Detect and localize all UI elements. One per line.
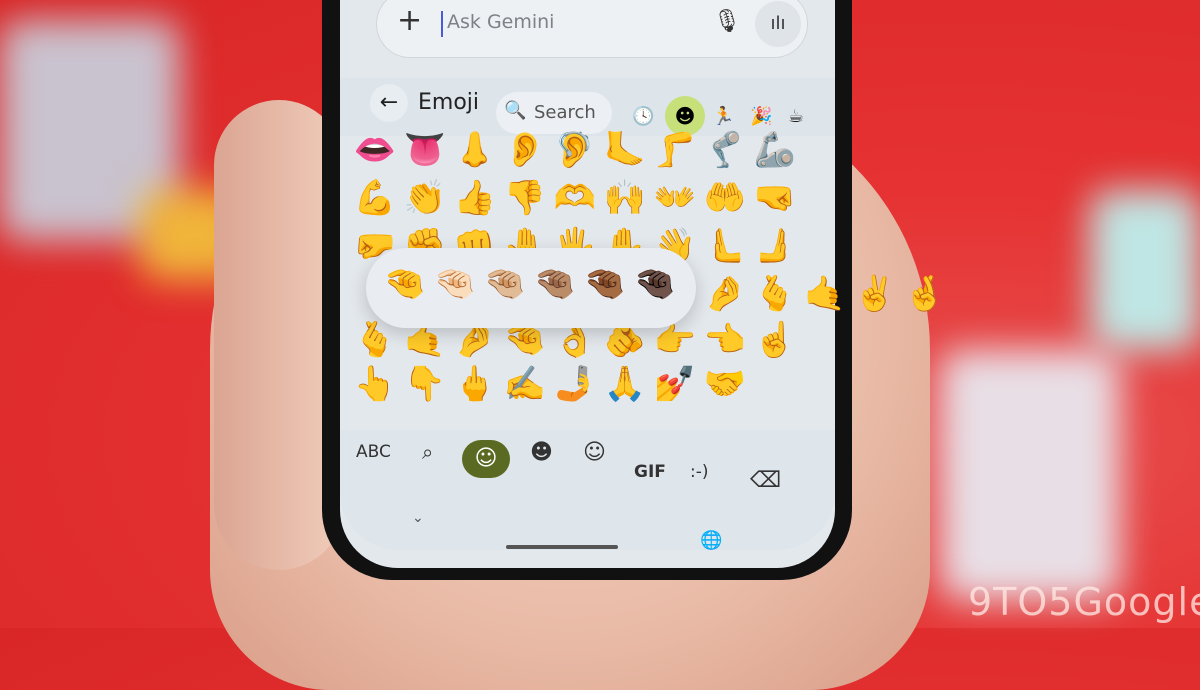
skin-tone-option[interactable]: 🤏🏽 bbox=[530, 264, 580, 304]
emoji-key[interactable]: 🤝 bbox=[700, 364, 750, 404]
skin-tone-option[interactable]: 🤏🏾 bbox=[580, 264, 630, 304]
gesture-handle[interactable] bbox=[506, 545, 618, 549]
emoji-key[interactable]: 🫸 bbox=[750, 226, 800, 266]
emoji-key[interactable]: 🦾 bbox=[750, 130, 800, 170]
emoji-kitchen-icon[interactable]: ⌕ bbox=[422, 440, 433, 464]
globe-icon[interactable]: 🌐 bbox=[700, 530, 722, 551]
emoji-key[interactable]: 👃 bbox=[450, 130, 500, 170]
skin-tone-option[interactable]: 🤏 bbox=[380, 264, 430, 304]
skin-tone-option[interactable]: 🤏🏻 bbox=[430, 264, 480, 304]
emoji-key[interactable]: 👅 bbox=[400, 130, 450, 170]
emoji-key[interactable]: 👇 bbox=[400, 364, 450, 404]
emoji-key[interactable]: 🤲 bbox=[700, 178, 750, 218]
emoji-key[interactable]: 🤳 bbox=[550, 364, 600, 404]
abc-key[interactable]: ABC bbox=[356, 442, 391, 462]
skin-tone-option[interactable]: 🤏🏼 bbox=[480, 264, 530, 304]
emoji-key[interactable]: 🦶 bbox=[600, 130, 650, 170]
emoji-key[interactable]: 🦵 bbox=[650, 130, 700, 170]
emoji-key[interactable]: 🦻 bbox=[550, 130, 600, 170]
activities-category-icon[interactable]: 🎉 bbox=[750, 106, 772, 127]
emoji-key[interactable]: 🫷 bbox=[700, 226, 750, 266]
search-label: Search bbox=[534, 102, 596, 123]
emoji-title: Emoji bbox=[418, 90, 480, 115]
emoji-key[interactable]: 🫰 bbox=[350, 320, 400, 360]
back-button[interactable]: ← bbox=[370, 84, 408, 122]
emoji-key[interactable]: 🙏 bbox=[600, 364, 650, 404]
emoji-key[interactable]: 👏 bbox=[400, 178, 450, 218]
skin-tone-popup: 🤏 🤏🏻 🤏🏼 🤏🏽 🤏🏾 🤏🏿 bbox=[366, 248, 696, 328]
emoji-key[interactable]: 👐 bbox=[650, 178, 700, 218]
emoji-key[interactable]: ✍️ bbox=[500, 364, 550, 404]
search-icon: 🔍 bbox=[504, 100, 527, 121]
emoji-key[interactable]: 🦿 bbox=[700, 130, 750, 170]
food-category-icon[interactable]: ☕ bbox=[788, 106, 804, 127]
blurred-background-object bbox=[1090, 190, 1200, 350]
sticker-alt-icon[interactable]: ☺ bbox=[583, 440, 606, 465]
backspace-icon[interactable]: ⌫ bbox=[750, 468, 781, 493]
skin-tone-option[interactable]: 🤏🏿 bbox=[630, 264, 680, 304]
emoji-key[interactable]: 👈 bbox=[700, 320, 750, 360]
watermark: 9TO5Google bbox=[968, 580, 1200, 624]
emoji-key[interactable]: 🤞 bbox=[900, 274, 950, 314]
emoji-key[interactable]: 👄 bbox=[350, 130, 400, 170]
emoji-key[interactable]: 👍 bbox=[450, 178, 500, 218]
emoji-key[interactable]: 🙌 bbox=[600, 178, 650, 218]
gif-key[interactable]: GIF bbox=[634, 462, 666, 482]
emoji-key[interactable]: 🤙 bbox=[800, 274, 850, 314]
sticker-icon[interactable]: ☻ bbox=[530, 440, 553, 465]
emoji-key[interactable]: 🫰 bbox=[750, 274, 800, 314]
emoji-key[interactable]: 👆 bbox=[350, 364, 400, 404]
emoji-search[interactable]: 🔍 Search bbox=[496, 92, 612, 134]
emoji-key[interactable]: ☝️ bbox=[750, 320, 800, 360]
emoji-key[interactable]: 💅 bbox=[650, 364, 700, 404]
emoticon-key[interactable]: :-) bbox=[690, 462, 709, 482]
hide-keyboard-icon[interactable]: ⌄ bbox=[412, 510, 424, 526]
emoji-key[interactable]: 👎 bbox=[500, 178, 550, 218]
emoji-key[interactable]: ✌️ bbox=[850, 274, 900, 314]
blurred-background-object bbox=[940, 350, 1120, 600]
emoji-key[interactable]: 🤜 bbox=[750, 178, 800, 218]
emoji-tab-icon[interactable]: ☺ bbox=[462, 440, 510, 478]
emoji-key[interactable]: 🤌 bbox=[700, 274, 750, 314]
emoji-key[interactable]: 💪 bbox=[350, 178, 400, 218]
recent-category-icon[interactable]: 🕓 bbox=[632, 106, 654, 127]
emoji-key[interactable]: 👂 bbox=[500, 130, 550, 170]
people-category-icon[interactable]: 🏃 bbox=[712, 106, 734, 127]
emoji-key[interactable]: 🫶 bbox=[550, 178, 600, 218]
keyboard: ← Emoji 🔍 Search 🕓 ☻ 🏃 🎉 ☕ 👄 👅 👃 👂 🦻 🦶 🦵 🦿 🦾 💪 👏 👍 👎… bbox=[340, 0, 946, 568]
emoji-key[interactable]: 🖕 bbox=[450, 364, 500, 404]
